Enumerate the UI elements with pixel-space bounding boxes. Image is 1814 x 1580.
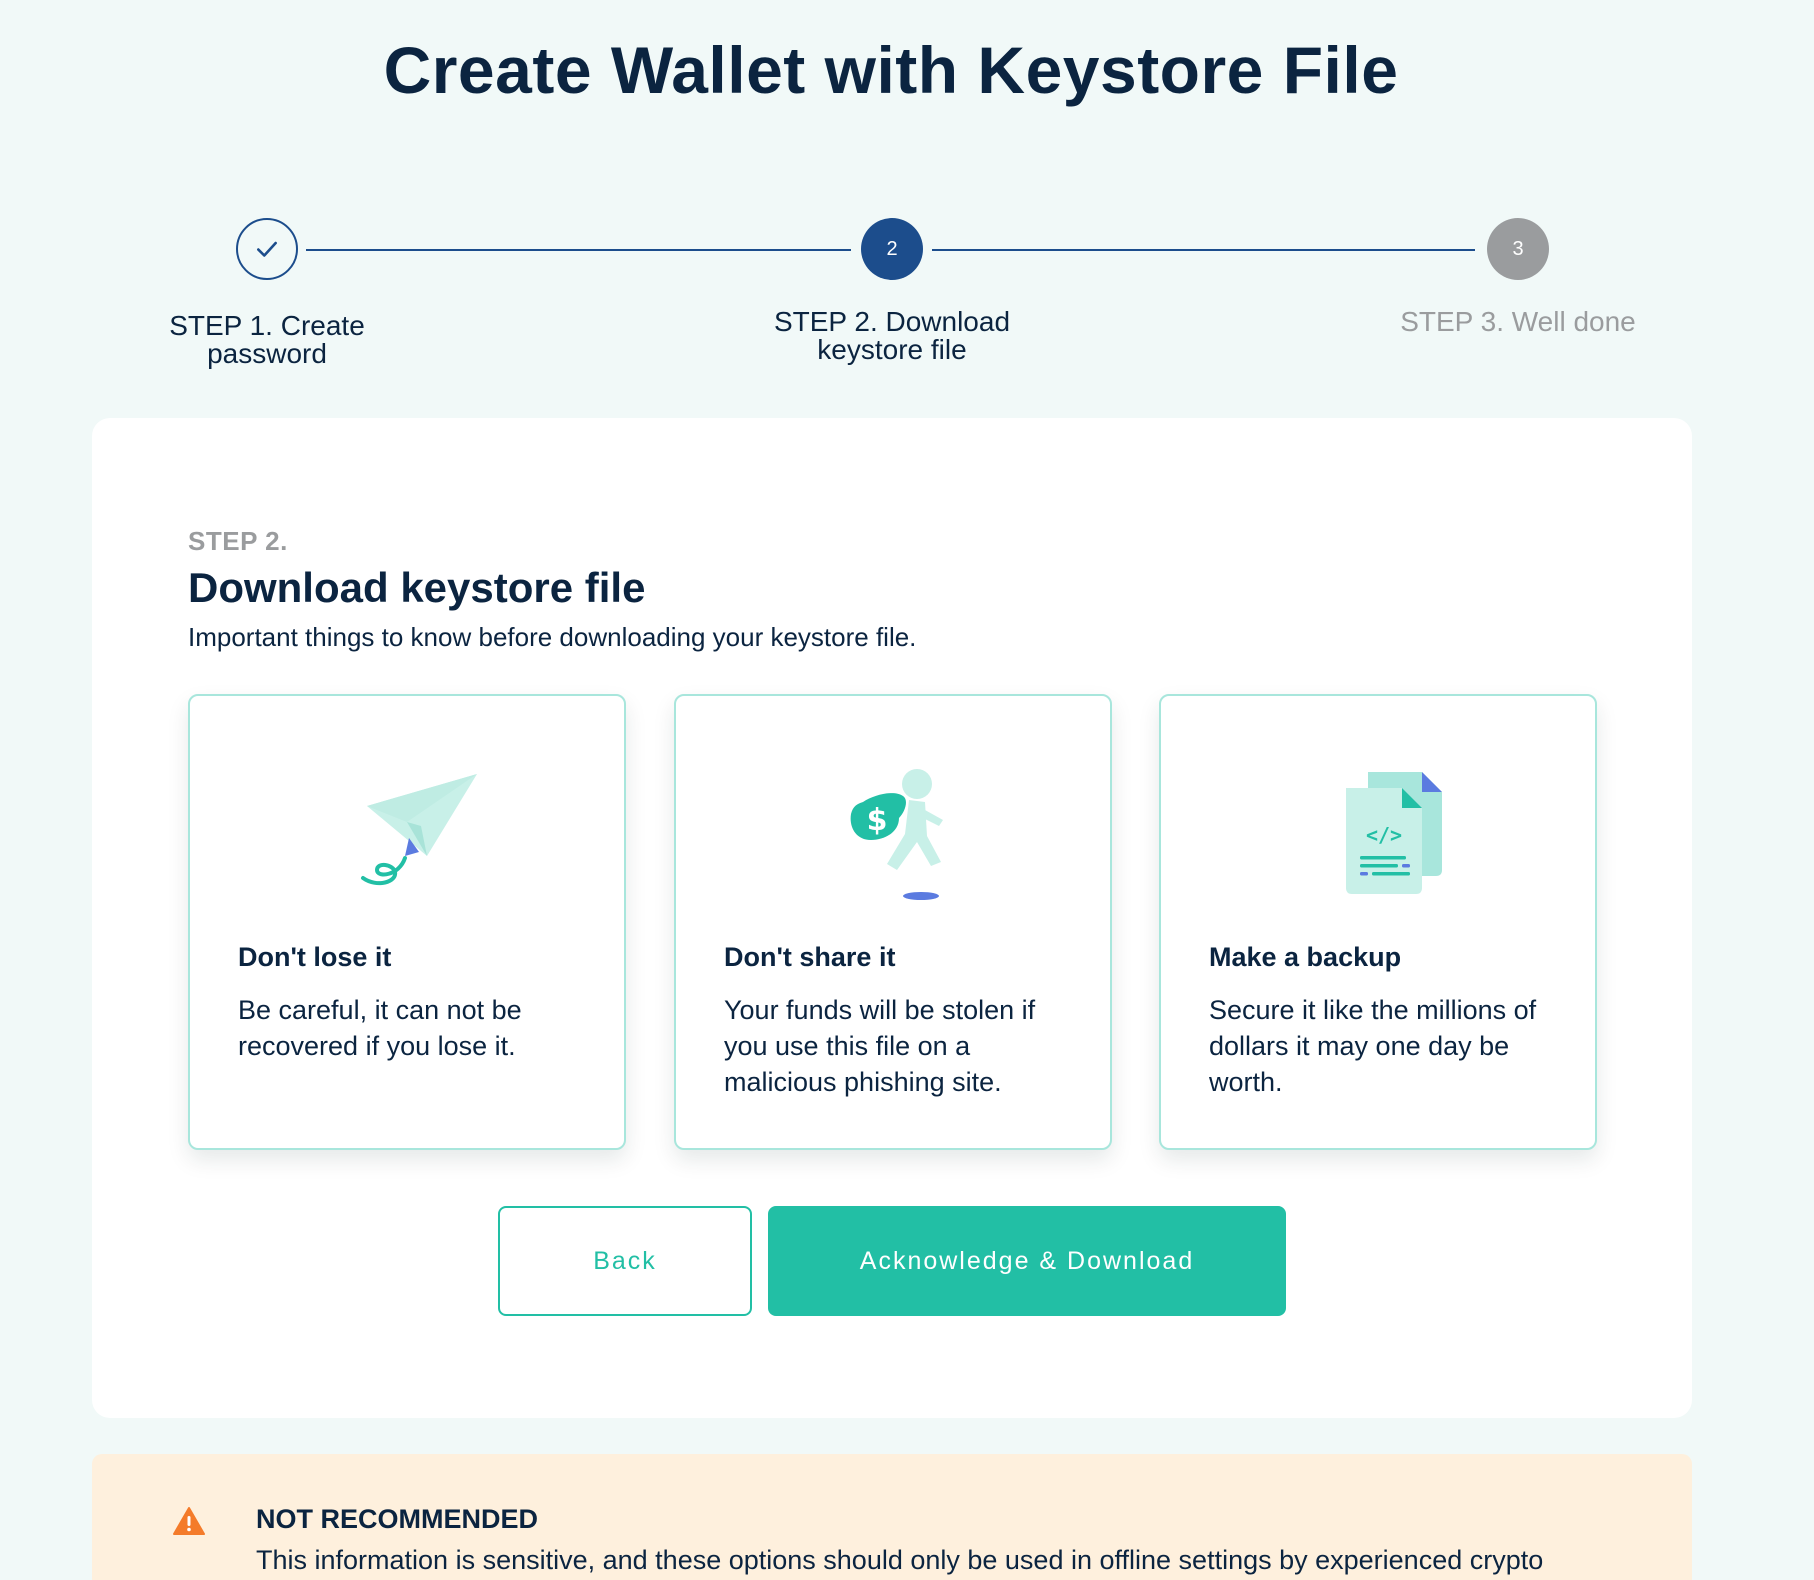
card-title: Don't share it [724, 942, 896, 972]
step-connector [932, 249, 1475, 251]
step-kicker: STEP 2. [188, 526, 288, 556]
step-connector [306, 249, 851, 251]
paper-plane-icon [361, 774, 477, 886]
card-text: Your funds will be stolen if you use thi… [724, 995, 1036, 1097]
back-button[interactable]: Back [498, 1206, 752, 1316]
section-subtitle: Important things to know before download… [188, 622, 917, 652]
stepper: 2 3 STEP 1. Create password STEP 2. Down… [0, 218, 1814, 382]
step-3-label-line1: STEP 3. Well done [1400, 306, 1636, 337]
warning-triangle-icon [173, 1507, 205, 1535]
step-2-label-line2: keystore file [817, 334, 967, 365]
warning-banner: NOT RECOMMENDED This information is sens… [92, 1454, 1692, 1580]
step-3-indicator: 3 [1487, 218, 1549, 280]
code-files-icon: </> [1346, 772, 1442, 894]
svg-text:$: $ [867, 803, 888, 838]
warning-text: This information is sensitive, and these… [256, 1545, 1544, 1575]
info-cards: Don't lose it Be careful, it can not be … [188, 694, 1598, 1150]
card-title: Make a backup [1209, 942, 1402, 972]
info-card-make-backup: </> Make a backup Secure it like the mil… [1159, 694, 1597, 1150]
page: Create Wallet with Keystore File 2 3 STE… [0, 0, 1814, 1580]
step-1-label-line1: STEP 1. Create [169, 310, 365, 341]
acknowledge-download-button[interactable]: Acknowledge & Download [768, 1206, 1286, 1316]
svg-text:</>: </> [1366, 823, 1402, 847]
page-title: Create Wallet with Keystore File [383, 33, 1399, 107]
step-1-label: STEP 1. Create password [117, 312, 417, 368]
step-2-label-line1: STEP 2. Download [773, 306, 1011, 337]
step-2-label: STEP 2. Download keystore file [742, 308, 1042, 364]
info-card-dont-lose: Don't lose it Be careful, it can not be … [188, 694, 626, 1150]
step-2-indicator: 2 [861, 218, 923, 280]
download-card: STEP 2. Download keystore file Important… [92, 418, 1692, 1418]
check-icon [257, 241, 277, 257]
step-1-label-line2: password [207, 338, 327, 369]
info-card-dont-share: $ Don't share it Your funds will be stol… [674, 694, 1112, 1150]
step-3-label: STEP 3. Well done [1368, 308, 1668, 336]
warning-title: NOT RECOMMENDED [256, 1504, 538, 1534]
step-1-indicator [236, 218, 298, 280]
card-title: Don't lose it [238, 942, 392, 972]
card-text: Secure it like the millions of dollars i… [1209, 995, 1537, 1097]
card-text: Be careful, it can not be recovered if y… [238, 995, 522, 1061]
thief-with-money-bag-icon: $ [850, 769, 943, 900]
section-title: Download keystore file [188, 564, 646, 611]
